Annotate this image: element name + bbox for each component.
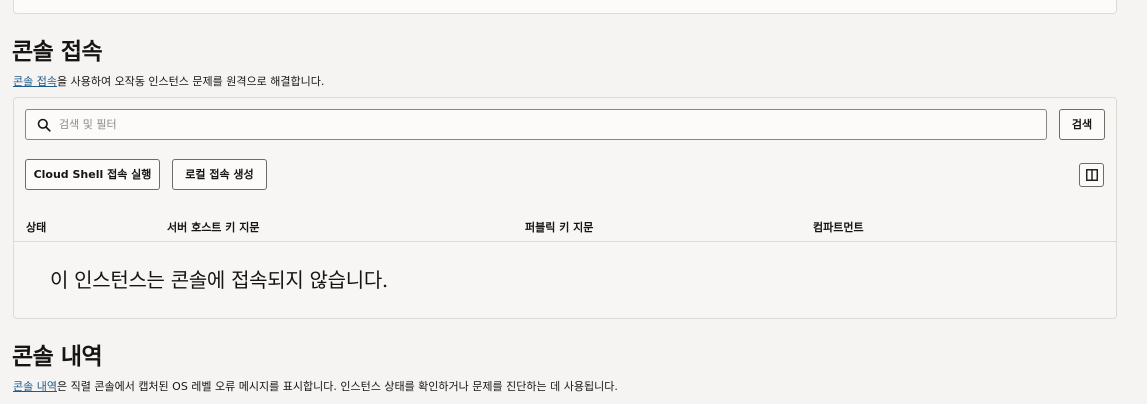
- search-input[interactable]: [59, 110, 1019, 139]
- column-header-public-key-fingerprint[interactable]: 퍼블릭 키 지문: [525, 219, 593, 235]
- console-history-title: 콘솔 내역: [12, 344, 103, 370]
- console-access-title: 콘솔 접속: [12, 39, 103, 65]
- console-access-description: 콘솔 접속을 사용하여 오작동 인스턴스 문제를 원격으로 해결합니다.: [13, 75, 324, 89]
- console-access-description-text: 을 사용하여 오작동 인스턴스 문제를 원격으로 해결합니다.: [56, 75, 325, 88]
- table-header: 상태 서버 호스트 키 지문 퍼블릭 키 지문 컴파트먼트: [14, 210, 1116, 242]
- column-toggle-button[interactable]: [1079, 163, 1104, 187]
- previous-section-panel: [13, 0, 1117, 14]
- column-header-compartment[interactable]: 컴파트먼트: [813, 219, 864, 235]
- column-header-status[interactable]: 상태: [26, 219, 46, 235]
- console-history-help-link[interactable]: 콘솔 내역: [13, 380, 57, 393]
- search-button[interactable]: 검색: [1059, 109, 1105, 140]
- empty-table-message: 이 인스턴스는 콘솔에 접속되지 않습니다.: [50, 268, 388, 292]
- create-local-connection-button[interactable]: 로컬 접속 생성: [172, 159, 267, 190]
- console-history-description: 콘솔 내역은 직렬 콘솔에서 캡처된 OS 레벨 오류 메시지를 표시합니다. …: [13, 380, 618, 394]
- console-access-help-link[interactable]: 콘솔 접속: [13, 75, 57, 88]
- columns-icon: [1086, 169, 1098, 181]
- console-connections-panel: 검색 Cloud Shell 접속 실행 로컬 접속 생성 상태 서버 호스트 …: [13, 97, 1117, 319]
- launch-cloud-shell-connection-button[interactable]: Cloud Shell 접속 실행: [25, 159, 160, 190]
- column-header-server-host-key-fingerprint[interactable]: 서버 호스트 키 지문: [167, 219, 259, 235]
- console-history-description-text: 은 직렬 콘솔에서 캡처된 OS 레벨 오류 메시지를 표시합니다. 인스턴스 …: [56, 380, 618, 393]
- search-box[interactable]: [25, 109, 1047, 140]
- search-icon: [37, 118, 51, 132]
